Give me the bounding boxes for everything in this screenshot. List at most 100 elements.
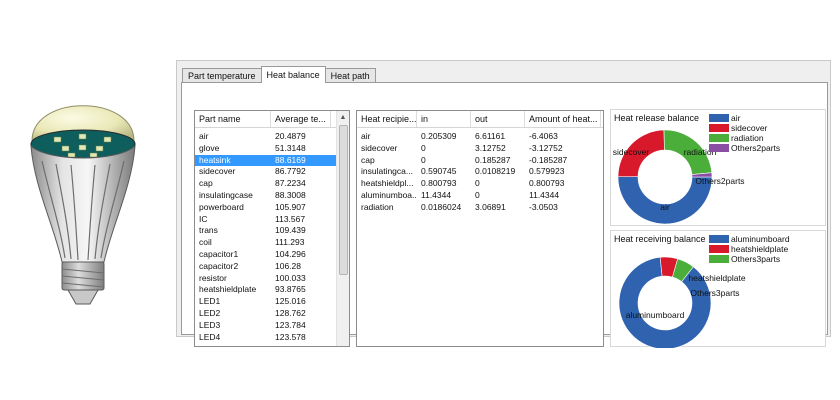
- legend-swatch: [709, 134, 729, 142]
- legend-item: Others3parts: [709, 254, 790, 264]
- heat-receiving-title: Heat receiving balance: [614, 234, 706, 244]
- table-row[interactable]: cap 0 0.185287 -0.185287: [357, 155, 603, 167]
- table-cell: trans: [199, 225, 218, 236]
- table-cell: -6.4063: [529, 131, 558, 141]
- table-row[interactable]: resistor 100.033: [195, 273, 349, 285]
- table-row[interactable]: coil 111.293: [195, 237, 349, 249]
- table-row[interactable]: capacitor2 106.28: [195, 261, 349, 273]
- table-cell: 11.4344: [421, 189, 452, 200]
- heat-analysis-window: Part temperature Heat balance Heat path …: [176, 60, 831, 348]
- table-cell: 125.016: [275, 296, 306, 307]
- table-row[interactable]: radiation 0.0186024 3.06891 -3.0503: [357, 202, 603, 214]
- table-cell: 123.578: [275, 331, 306, 342]
- table-cell: insulatingca...: [361, 166, 413, 177]
- legend-item: aluminumboard: [709, 234, 790, 244]
- table-row[interactable]: IC 113.567: [195, 214, 349, 226]
- table-cell: IC: [199, 213, 208, 224]
- heat-release-legend: air sidecover radiation Others2parts: [709, 113, 780, 153]
- table-row[interactable]: air 0.205309 6.61161 -6.4063: [357, 131, 603, 143]
- tab-part-temperature[interactable]: Part temperature: [182, 68, 262, 83]
- table-row[interactable]: trans 109.439: [195, 225, 349, 237]
- table-cell: 0.205309: [421, 131, 457, 141]
- table-cell: heatshieldplate: [199, 284, 257, 295]
- led-bulb-image: [30, 105, 136, 305]
- legend-label: air: [731, 113, 741, 123]
- slice-label: heatshieldplate: [688, 273, 745, 283]
- column-header-average-temperature[interactable]: Average te...: [271, 111, 331, 127]
- legend-swatch: [709, 124, 729, 132]
- legend-item: heatshieldplate: [709, 244, 790, 254]
- table-row[interactable]: heatshieldpl... 0.800793 0 0.800793: [357, 178, 603, 190]
- table-row[interactable]: LED4 123.578: [195, 332, 349, 344]
- table-cell: 3.06891: [475, 201, 506, 212]
- table-cell: 88.3008: [275, 189, 306, 200]
- legend-item: air: [709, 113, 780, 123]
- table-cell: glove: [199, 142, 220, 153]
- table-cell: resistor: [199, 272, 227, 283]
- legend-label: sidecover: [731, 123, 768, 133]
- table-row[interactable]: sidecover 0 3.12752 -3.12752: [357, 143, 603, 155]
- table-row[interactable]: cap 87.2234: [195, 178, 349, 190]
- column-header-out[interactable]: out: [471, 111, 525, 127]
- column-header-heat-recipient[interactable]: Heat recipie...: [357, 111, 417, 127]
- scroll-thumb[interactable]: [339, 125, 348, 275]
- legend-label: heatshieldplate: [731, 244, 789, 254]
- table-cell: 0.800793: [421, 178, 457, 189]
- legend-item: Others2parts: [709, 143, 780, 153]
- table-row[interactable]: air 20.4879: [195, 131, 349, 143]
- table-row[interactable]: heatsink 88.6169: [195, 154, 349, 167]
- table-row[interactable]: LED2 128.762: [195, 308, 349, 320]
- table-row[interactable]: heatshieldplate 93.8765: [195, 284, 349, 296]
- table-row[interactable]: aluminumboa... 11.4344 0 11.4344: [357, 190, 603, 202]
- tab-heat-path[interactable]: Heat path: [324, 68, 376, 83]
- tab-bar: Part temperature Heat balance Heat path: [182, 66, 376, 83]
- slice-label: Others2parts: [695, 176, 744, 186]
- table-cell: -0.185287: [529, 154, 568, 165]
- table-row[interactable]: sidecover 86.7792: [195, 166, 349, 178]
- table-cell: insulatingcase: [199, 189, 253, 200]
- table-cell: powerboard: [199, 201, 244, 212]
- table-row[interactable]: LED3 123.784: [195, 320, 349, 332]
- table-cell: 0: [421, 142, 426, 153]
- table-cell: 109.439: [275, 225, 306, 236]
- table-row[interactable]: insulatingca... 0.590745 0.0108219 0.579923: [357, 166, 603, 178]
- heat-release-chart: air sidecover radiation Others2parts Heat r…: [610, 109, 826, 226]
- table-cell: radiation: [361, 201, 394, 212]
- table-cell: -3.0503: [529, 201, 558, 212]
- table-cell: 0: [475, 178, 480, 189]
- table-cell: heatsink: [199, 154, 231, 165]
- slice-label: sidecover: [613, 147, 650, 157]
- legend-label: Others3parts: [731, 254, 781, 264]
- heat-recipient-list[interactable]: Heat recipie... in out Amount of heat...…: [356, 110, 604, 347]
- legend-label: radiation: [731, 133, 764, 143]
- table-row[interactable]: capacitor1 104.296: [195, 249, 349, 261]
- table-cell: 100.033: [275, 272, 306, 283]
- table-cell: cap: [361, 154, 375, 165]
- table-row[interactable]: powerboard 105.907: [195, 202, 349, 214]
- scroll-up-arrow-icon[interactable]: ▲: [337, 111, 349, 124]
- part-list-scrollbar[interactable]: ▲: [336, 111, 349, 346]
- table-cell: sidecover: [361, 142, 398, 153]
- column-header-in[interactable]: in: [417, 111, 471, 127]
- column-header-part-name[interactable]: Part name: [195, 111, 271, 127]
- table-cell: 113.567: [275, 213, 306, 224]
- table-cell: aluminumboa...: [361, 189, 417, 200]
- tab-heat-balance[interactable]: Heat balance: [260, 66, 326, 83]
- table-cell: 123.784: [275, 319, 306, 330]
- table-cell: 111.293: [275, 237, 305, 248]
- table-cell: 93.8765: [275, 284, 306, 295]
- table-cell: sidecover: [199, 166, 236, 177]
- table-row[interactable]: glove 51.3148: [195, 143, 349, 155]
- heat-release-title: Heat release balance: [614, 113, 700, 123]
- table-row[interactable]: insulatingcase 88.3008: [195, 190, 349, 202]
- table-cell: 104.296: [275, 248, 306, 259]
- heat-balance-page: Part name Average te... air 20.4879 glove 5…: [181, 82, 828, 348]
- table-cell: 20.4879: [275, 131, 306, 141]
- table-cell: 87.2234: [275, 178, 306, 189]
- table-cell: 128.762: [275, 307, 306, 318]
- table-cell: 3.12752: [475, 142, 506, 153]
- table-row[interactable]: LED1 125.016: [195, 296, 349, 308]
- column-header-amount-of-heat[interactable]: Amount of heat...: [525, 111, 601, 127]
- part-temperature-list[interactable]: Part name Average te... air 20.4879 glove 5…: [194, 110, 350, 347]
- legend-item: radiation: [709, 133, 780, 143]
